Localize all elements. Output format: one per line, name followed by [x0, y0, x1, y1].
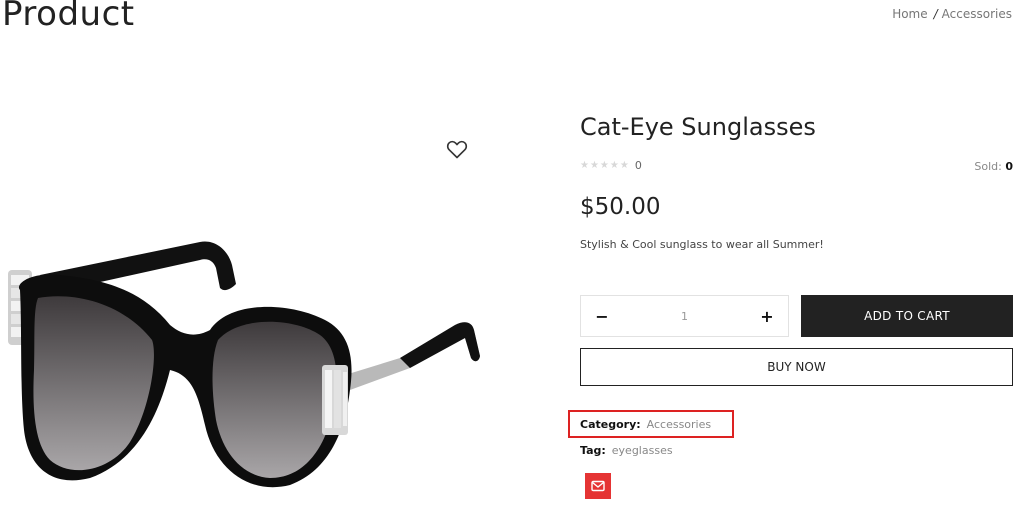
quantity-input[interactable]: [632, 308, 737, 324]
buy-now-button[interactable]: BUY NOW: [580, 348, 1013, 386]
tag-row: Tag: eyeglasses: [580, 444, 673, 457]
category-link[interactable]: Accessories: [647, 418, 711, 431]
product-rating: ★★★★★ 0: [580, 159, 642, 172]
product-description: Stylish & Cool sunglass to wear all Summ…: [580, 238, 824, 251]
breadcrumb-home-link[interactable]: Home: [892, 7, 927, 21]
product-price: $50.00: [580, 194, 661, 220]
product-page: Product Home / Accessories Cat-Eye Sungl…: [0, 0, 1024, 507]
add-to-cart-button[interactable]: ADD TO CART: [801, 295, 1013, 337]
page-title: Product: [2, 0, 135, 34]
tag-link[interactable]: eyeglasses: [612, 444, 673, 457]
sold-count: Sold: 0: [974, 160, 1013, 173]
email-icon: [591, 480, 605, 492]
quantity-stepper: − +: [580, 295, 789, 337]
breadcrumb: Home / Accessories: [892, 7, 1012, 21]
rating-count[interactable]: 0: [635, 159, 642, 172]
category-label: Category:: [580, 418, 641, 431]
category-row: Category: Accessories: [580, 418, 711, 431]
quantity-decrement-button[interactable]: −: [581, 296, 623, 336]
sold-value: 0: [1005, 160, 1013, 173]
sunglasses-image: [8, 241, 480, 488]
product-image: [0, 180, 500, 500]
tag-label: Tag:: [580, 444, 606, 457]
sold-label: Sold:: [974, 160, 1002, 173]
product-name: Cat-Eye Sunglasses: [580, 113, 816, 141]
breadcrumb-current: Accessories: [941, 7, 1012, 21]
share-email-button[interactable]: [585, 473, 611, 499]
quantity-increment-button[interactable]: +: [746, 296, 788, 336]
rating-stars-icon: ★★★★★: [580, 160, 630, 171]
breadcrumb-separator: /: [933, 7, 938, 21]
wishlist-heart-icon[interactable]: [445, 137, 469, 161]
